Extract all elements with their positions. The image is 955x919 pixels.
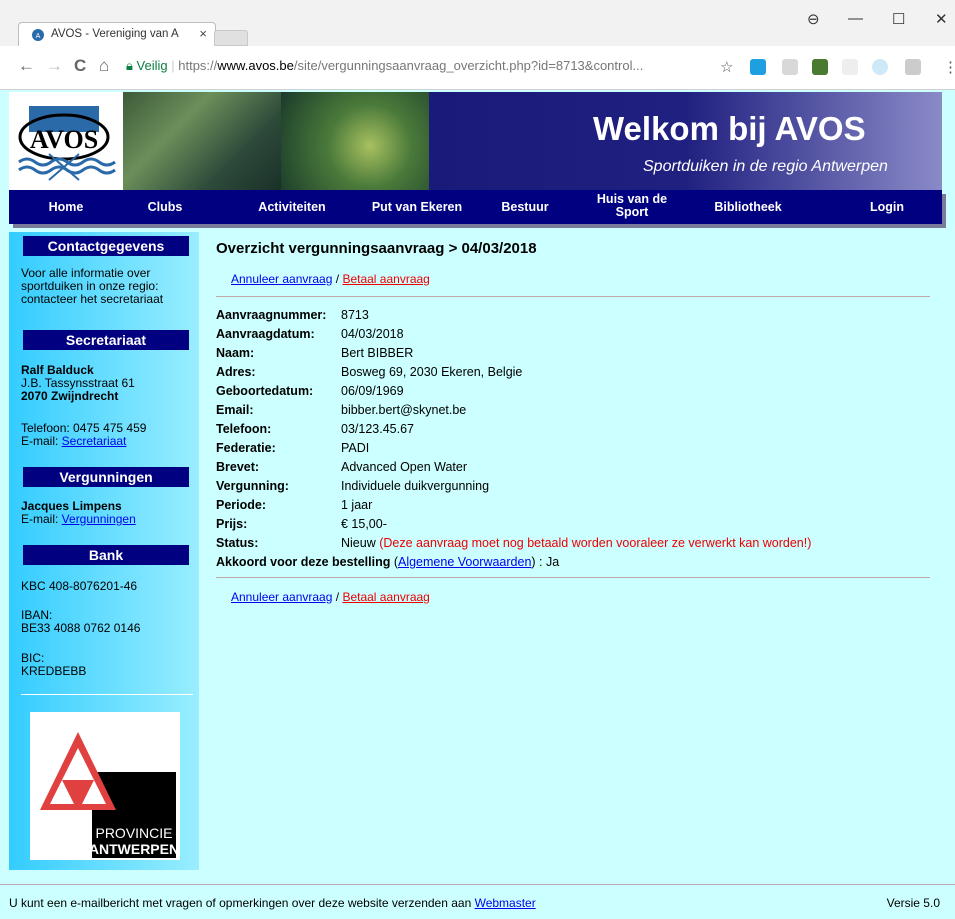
minimize-icon[interactable]: —	[848, 10, 863, 27]
status-note: (Deze aanvraag moet nog betaald worden v…	[379, 536, 812, 550]
nav-bibliotheek[interactable]: Bibliotheek	[703, 190, 793, 224]
secretary-city: 2070 Zwijndrecht	[21, 389, 119, 403]
akkoord-row: Akkoord voor deze bestelling (Algemene V…	[216, 555, 560, 569]
footer-text: U kunt een e-mailbericht met vragen of o…	[9, 896, 536, 910]
close-window-icon[interactable]: ✕	[935, 10, 948, 28]
url-path: /site/vergunningsaanvraag_overzicht.php?…	[293, 58, 644, 73]
main-nav: Home Clubs Activiteiten Put van Ekeren B…	[9, 190, 942, 224]
avos-logo-icon: AVOS	[18, 106, 116, 181]
menu-icon[interactable]: ⋮	[943, 58, 955, 76]
banner-title: Welkom bij AVOS	[593, 110, 866, 147]
divider	[216, 296, 930, 297]
top-actions: Annuleer aanvraag / Betaal aanvraag	[231, 272, 430, 286]
betaal-aanvraag-link[interactable]: Betaal aanvraag	[342, 590, 429, 604]
tab-close-icon[interactable]: ×	[199, 26, 207, 41]
nav-activiteiten[interactable]: Activiteiten	[247, 190, 337, 224]
svg-text:AVOS: AVOS	[30, 125, 98, 154]
lock-icon: 🔒︎	[126, 58, 133, 73]
address-bar: ← → C ⌂ 🔒︎ Veilig | https://www.avos.be/…	[0, 46, 955, 90]
vergunningen-heading: Vergunningen	[23, 467, 189, 487]
bookmark-star-icon[interactable]: ☆	[720, 58, 733, 76]
algemene-voorwaarden-link[interactable]: Algemene Voorwaarden	[398, 555, 531, 569]
maximize-icon[interactable]: ☐	[892, 10, 905, 28]
divider	[216, 577, 930, 578]
pdf-extension-icon[interactable]	[782, 59, 798, 75]
tab-title: AVOS - Vereniging van A	[51, 28, 179, 40]
url-scheme: https://	[178, 58, 218, 73]
vergunningen-email-link[interactable]: Vergunningen	[62, 512, 136, 526]
kbc-account: KBC 408-8076201-46	[21, 579, 138, 593]
home-icon[interactable]: ⌂	[99, 56, 109, 76]
diver-photo	[123, 92, 281, 190]
secretariaat-email-link[interactable]: Secretariaat	[62, 434, 127, 448]
provincie-antwerpen-logo[interactable]: PROVINCIE ANTWERPEN	[30, 712, 180, 860]
nav-clubs[interactable]: Clubs	[135, 190, 195, 224]
url-host: www.avos.be	[217, 58, 294, 73]
avos-logo[interactable]: AVOS	[9, 92, 123, 190]
sidebar-divider	[21, 694, 193, 695]
site-banner: AVOS Welkom bij AVOS Sportduiken in de r…	[9, 92, 942, 190]
page-body: AVOS Welkom bij AVOS Sportduiken in de r…	[0, 90, 955, 919]
nav-login[interactable]: Login	[857, 190, 917, 224]
nav-put-van-ekeren[interactable]: Put van Ekeren	[363, 190, 471, 224]
site-favicon-icon: A	[32, 29, 44, 41]
annuleer-aanvraag-link[interactable]: Annuleer aanvraag	[231, 590, 332, 604]
nav-huis-van-de-sport[interactable]: Huis van de Sport	[587, 190, 677, 224]
contact-text: Voor alle informatie over sportduiken in…	[21, 266, 164, 306]
status-value: Nieuw	[341, 536, 380, 550]
new-tab-button[interactable]	[214, 30, 248, 46]
contactgegevens-heading: Contactgegevens	[23, 236, 189, 256]
account-icon[interactable]: ⊖	[807, 10, 820, 28]
shield-extension-icon[interactable]	[872, 59, 888, 75]
back-icon[interactable]: ←	[18, 56, 35, 76]
bottom-actions: Annuleer aanvraag / Betaal aanvraag	[231, 590, 430, 604]
bic-value: KREDBEBB	[21, 664, 87, 678]
browser-tab-bar: A AVOS - Vereniging van A × ⊖ — ☐ ✕	[0, 0, 955, 46]
banner-slogan: Sportduiken in de regio Antwerpen	[643, 158, 888, 175]
skype-extension-icon[interactable]	[750, 59, 766, 75]
version-label: Versie 5.0	[886, 896, 940, 910]
iban-value: BE33 4088 0762 0146	[21, 621, 141, 635]
reload-icon[interactable]: C	[74, 56, 86, 76]
forward-icon[interactable]: →	[46, 56, 63, 76]
bank-heading: Bank	[23, 545, 189, 565]
secure-label: Veilig	[136, 58, 168, 73]
svg-text:A: A	[36, 33, 41, 40]
svg-text:ANTWERPEN: ANTWERPEN	[89, 841, 179, 857]
svg-text:PROVINCIE: PROVINCIE	[95, 825, 172, 841]
vergunningen-email: E-mail: Vergunningen	[21, 512, 136, 526]
page-title: Overzicht vergunningsaanvraag > 04/03/20…	[216, 240, 537, 257]
nav-bestuur[interactable]: Bestuur	[493, 190, 557, 224]
url-field[interactable]: 🔒︎ Veilig | https://www.avos.be/site/ver…	[126, 52, 746, 80]
arrow-extension-icon[interactable]	[842, 59, 858, 75]
annuleer-aanvraag-link[interactable]: Annuleer aanvraag	[231, 272, 332, 286]
nav-home[interactable]: Home	[31, 190, 101, 224]
secretary-email: E-mail: Secretariaat	[21, 434, 127, 448]
webmaster-link[interactable]: Webmaster	[475, 896, 536, 910]
footer-divider	[0, 884, 955, 885]
fish-photo	[281, 92, 429, 190]
betaal-aanvraag-link[interactable]: Betaal aanvraag	[342, 272, 429, 286]
browser-tab[interactable]: A AVOS - Vereniging van A ×	[18, 22, 216, 46]
c-extension-icon[interactable]	[905, 59, 921, 75]
secretariaat-heading: Secretariaat	[23, 330, 189, 350]
checker-extension-icon[interactable]	[812, 59, 828, 75]
